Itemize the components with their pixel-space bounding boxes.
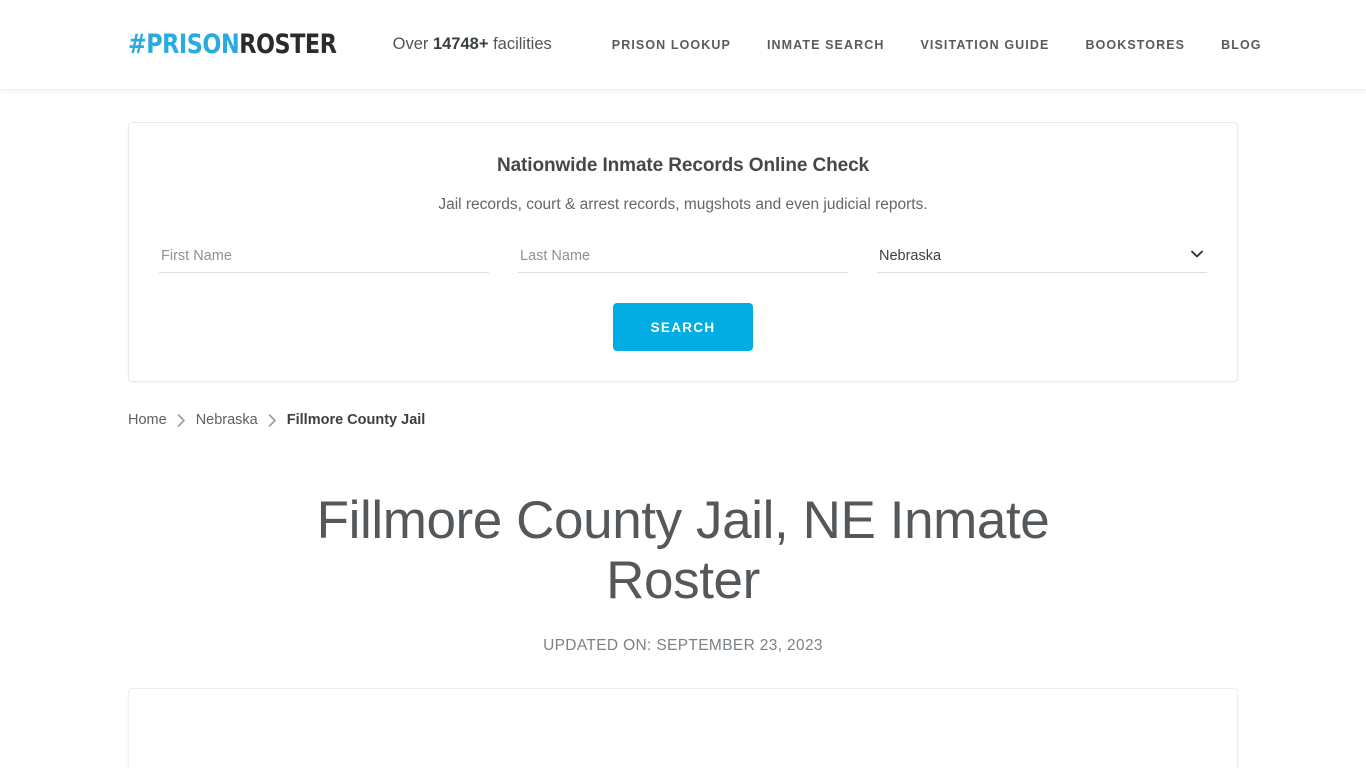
breadcrumb: Home Nebraska Fillmore County Jail	[128, 412, 1238, 428]
roster-content-card	[128, 687, 1238, 768]
chevron-right-icon	[177, 413, 186, 427]
facilities-count: Over 14748+ facilities	[393, 35, 552, 54]
search-card-subtitle: Jail records, court & arrest records, mu…	[438, 196, 928, 213]
nav-item-prison-lookup[interactable]: PRISON LOOKUP	[594, 38, 749, 52]
breadcrumb-item-home[interactable]: Home	[128, 412, 167, 428]
facilities-number: 14748+	[432, 35, 489, 53]
site-logo[interactable]: #PRISONROSTER	[128, 29, 337, 60]
search-button[interactable]: SEARCH	[612, 303, 754, 351]
inmate-search-card: Nationwide Inmate Records Online Check J…	[128, 122, 1238, 382]
breadcrumb-item-current: Fillmore County Jail	[286, 412, 426, 428]
state-field: Nebraska	[877, 241, 1207, 273]
last-name-field	[518, 241, 848, 273]
nav-item-bookstores[interactable]: BOOKSTORES	[1067, 38, 1203, 52]
breadcrumb-item-nebraska[interactable]: Nebraska	[196, 412, 258, 428]
search-button-row: SEARCH	[159, 303, 1207, 351]
facilities-suffix: facilities	[488, 35, 552, 53]
logo-text-primary: #PRISON	[128, 29, 240, 60]
nav-item-visitation-guide[interactable]: VISITATION GUIDE	[902, 38, 1067, 52]
nav-item-blog[interactable]: BLOG	[1203, 38, 1262, 52]
site-header: #PRISONROSTER Over 14748+ facilities PRI…	[0, 0, 1366, 89]
first-name-input[interactable]	[159, 241, 489, 273]
page-body: Nationwide Inmate Records Online Check J…	[0, 122, 1366, 768]
page-container: Nationwide Inmate Records Online Check J…	[128, 122, 1238, 768]
main-navigation: PRISON LOOKUP INMATE SEARCH VISITATION G…	[594, 38, 1262, 52]
page-title: Fillmore County Jail, NE Inmate Roster	[316, 491, 1050, 611]
state-select[interactable]: Nebraska	[877, 241, 1207, 273]
first-name-field	[159, 241, 489, 273]
last-updated-date: UPDATED ON: SEPTEMBER 23, 2023	[543, 636, 823, 654]
search-form-row: Nebraska	[159, 241, 1207, 273]
chevron-right-icon	[268, 413, 277, 427]
facilities-prefix: Over	[392, 35, 433, 53]
search-card-title: Nationwide Inmate Records Online Check	[496, 155, 870, 176]
logo-text-secondary: ROSTER	[239, 29, 337, 60]
header-inner: #PRISONROSTER Over 14748+ facilities PRI…	[128, 0, 1261, 89]
last-name-input[interactable]	[518, 241, 848, 273]
nav-item-inmate-search[interactable]: INMATE SEARCH	[749, 38, 903, 52]
